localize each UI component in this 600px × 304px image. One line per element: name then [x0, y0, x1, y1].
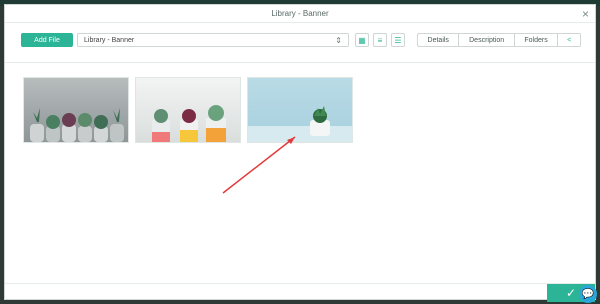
chat-button[interactable]: 💬 [579, 285, 597, 303]
grid-icon: ▦ [358, 35, 366, 45]
thumbnail-grid [23, 77, 363, 147]
tab-details[interactable]: Details [418, 34, 460, 46]
red-arrow-annotation [222, 136, 296, 194]
library-select-value: Library - Banner [84, 37, 135, 44]
thumbnail-succulents-gray-pots[interactable] [23, 77, 129, 143]
modal-footer: ✓ 💬 [5, 283, 597, 303]
sidebar-tabs: Details Description Folders < [417, 33, 581, 47]
details-icon: ☰ [394, 35, 402, 45]
library-select[interactable]: Library - Banner ⇕ [77, 33, 349, 47]
list-view-button[interactable]: ≡ [373, 33, 387, 47]
tab-folders[interactable]: Folders [515, 34, 559, 46]
modal-titlebar: Library - Banner × [5, 5, 595, 23]
modal-title: Library - Banner [271, 9, 329, 18]
chat-icon: 💬 [581, 288, 595, 300]
succulents-gray-image [30, 108, 124, 142]
close-icon[interactable]: × [582, 7, 589, 21]
check-icon: ✓ [565, 286, 577, 300]
toolbar-divider [5, 62, 595, 63]
details-view-button[interactable]: ☰ [391, 33, 405, 47]
tab-description[interactable]: Description [459, 34, 515, 46]
add-file-button[interactable]: Add File [21, 33, 73, 47]
list-icon: ≡ [377, 35, 383, 45]
toolbar: Add File Library - Banner ⇕ ▦ ≡ ☰ Detail… [5, 33, 595, 51]
chevron-updown-icon: ⇕ [335, 36, 342, 45]
library-modal: Library - Banner × Add File Library - Ba… [4, 4, 597, 303]
tab-collapse[interactable]: < [558, 34, 580, 46]
grid-view-button[interactable]: ▦ [355, 33, 369, 47]
